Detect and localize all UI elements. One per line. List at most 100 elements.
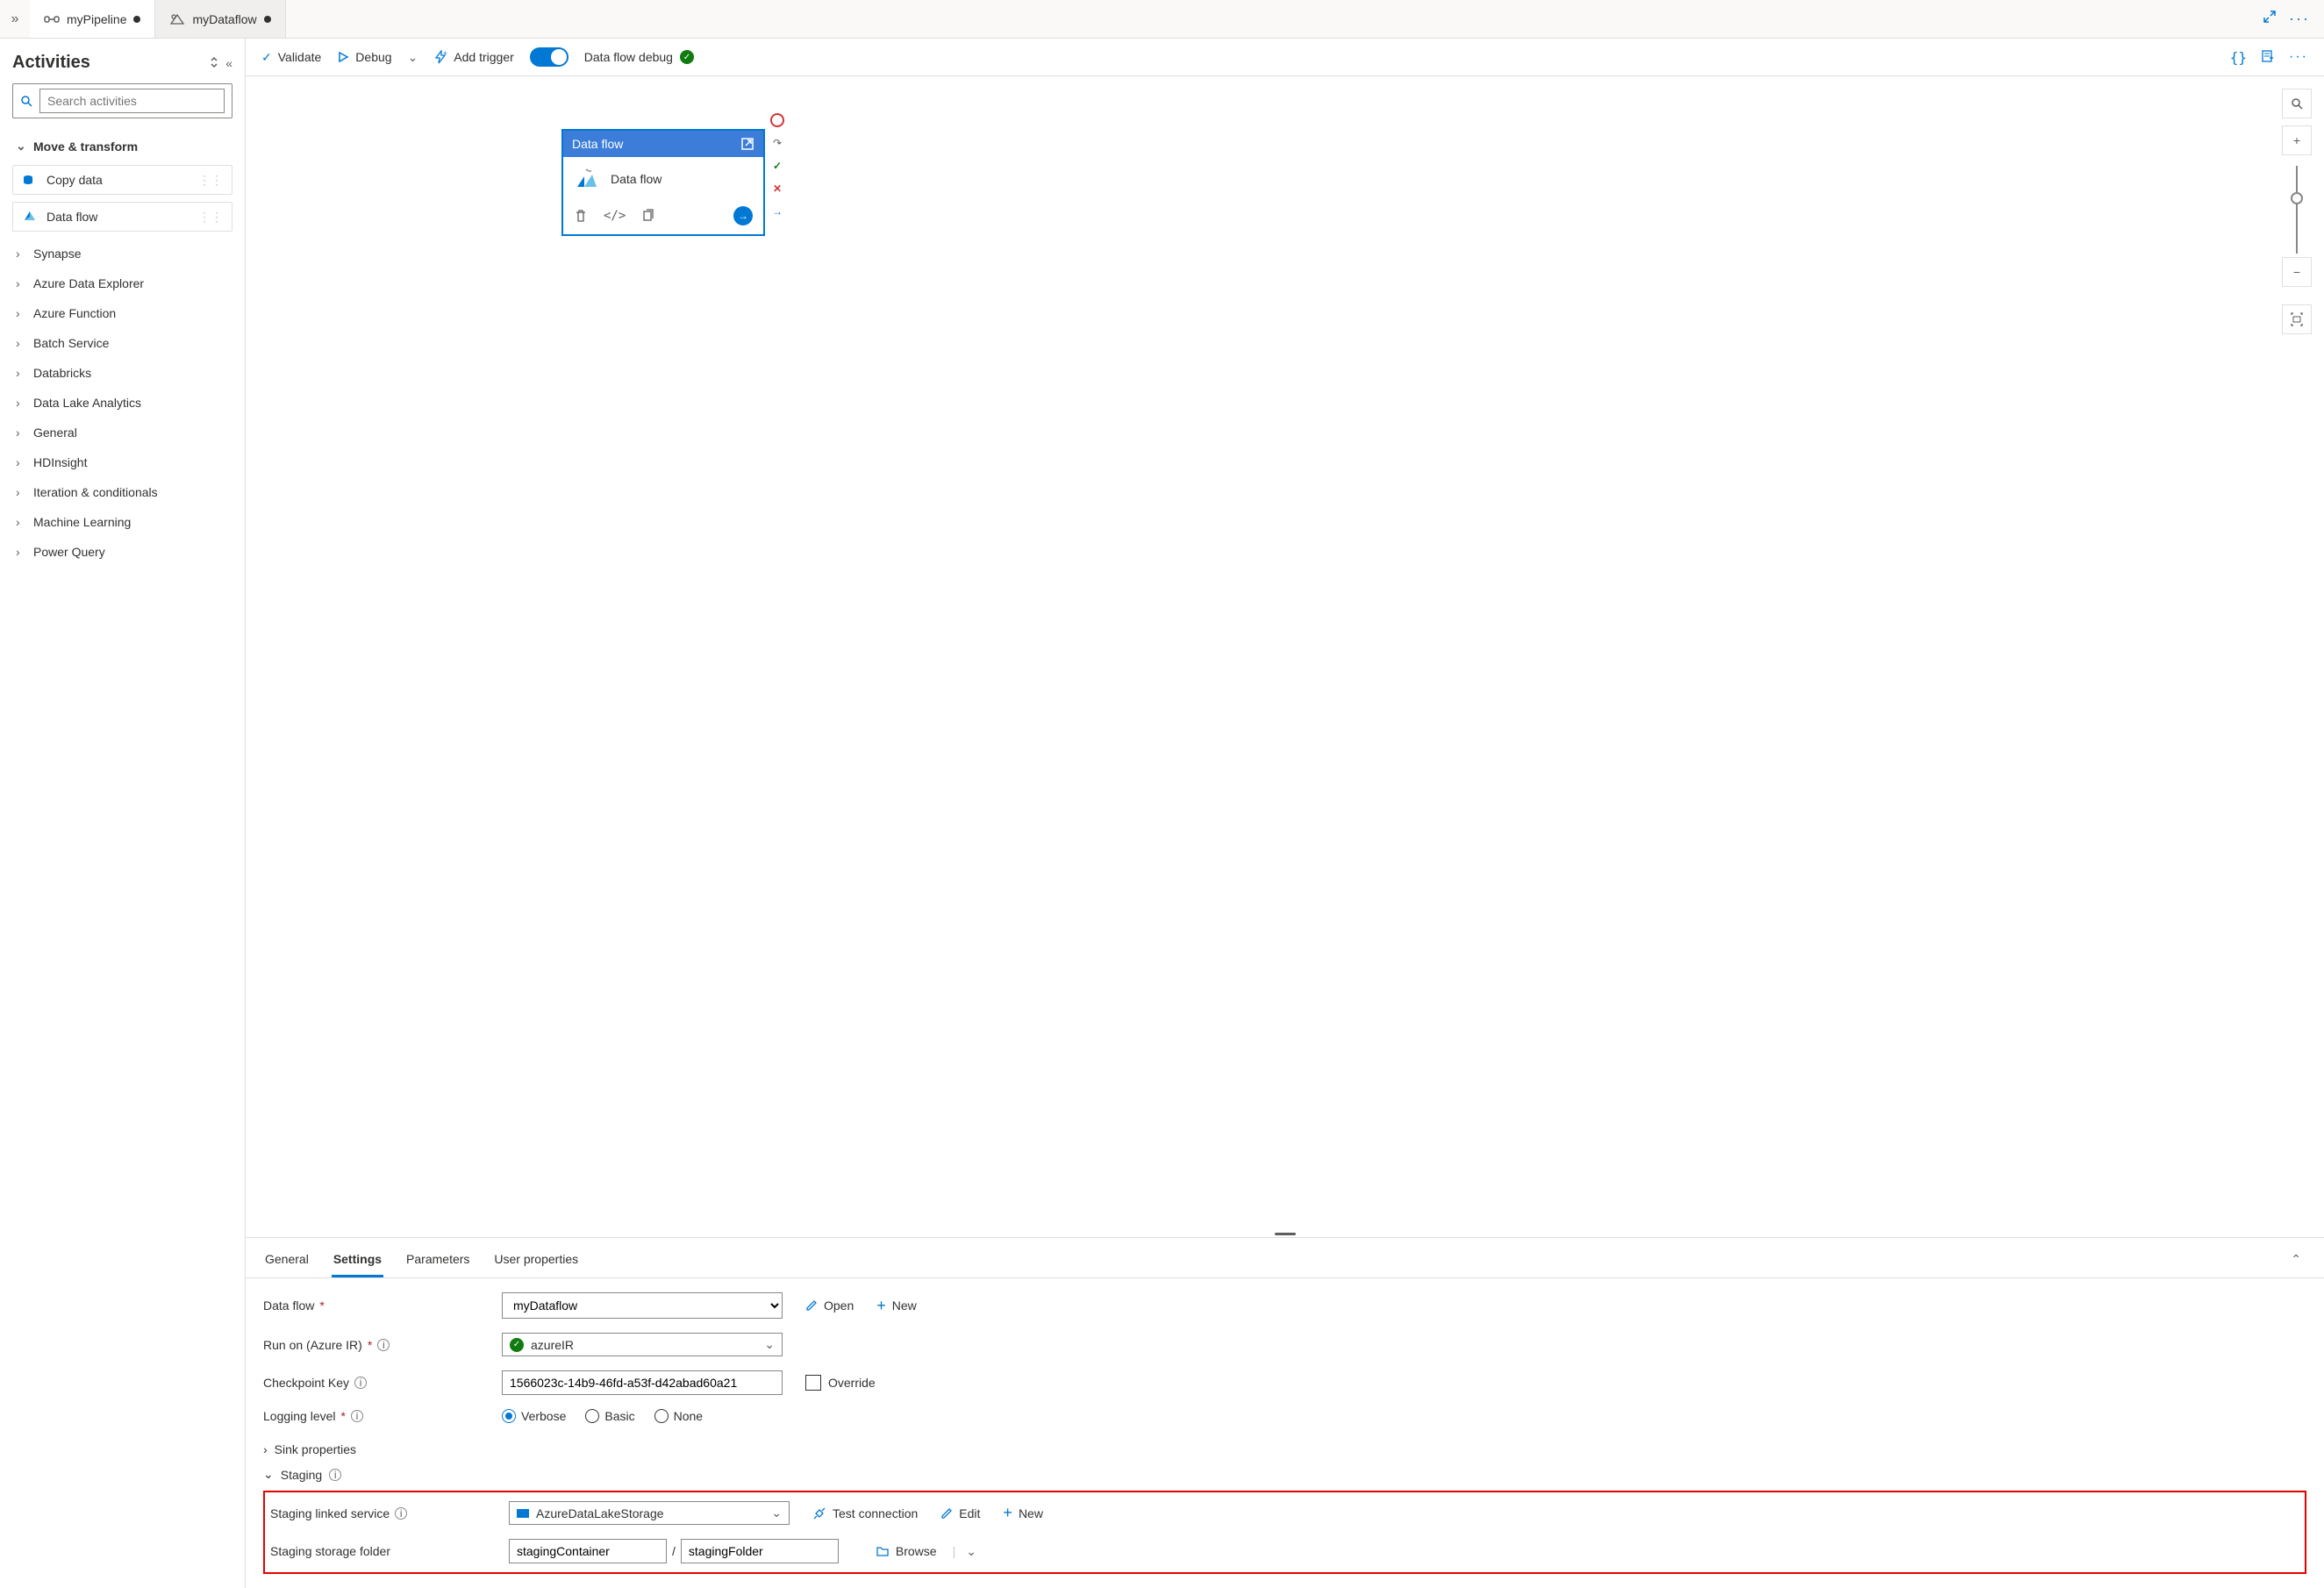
tab-settings[interactable]: Settings bbox=[332, 1247, 383, 1277]
pencil-icon bbox=[940, 1507, 953, 1520]
open-dataflow-button[interactable]: Open bbox=[805, 1298, 854, 1313]
json-icon[interactable]: {} bbox=[2230, 49, 2247, 66]
checkpoint-input[interactable] bbox=[502, 1370, 783, 1395]
category-databricks[interactable]: ›Databricks bbox=[12, 358, 232, 388]
info-icon[interactable]: i bbox=[377, 1339, 390, 1351]
staging-linked-select[interactable]: AzureDataLakeStorage ⌄ bbox=[509, 1501, 790, 1525]
dataflow-select[interactable]: myDataflow bbox=[502, 1292, 783, 1319]
test-connection-button[interactable]: Test connection bbox=[812, 1506, 918, 1520]
tab-general[interactable]: General bbox=[263, 1247, 311, 1277]
logging-none-radio[interactable]: None bbox=[654, 1409, 703, 1423]
more-toolbar-icon[interactable]: ··· bbox=[2289, 49, 2308, 66]
tab-user-properties[interactable]: User properties bbox=[492, 1247, 580, 1277]
collapse-sidebar-icon[interactable]: « bbox=[225, 56, 232, 70]
search-icon bbox=[20, 95, 32, 107]
copy-node-icon[interactable] bbox=[641, 209, 655, 223]
properties-icon[interactable] bbox=[2261, 49, 2275, 66]
category-azure-data-explorer[interactable]: ›Azure Data Explorer bbox=[12, 268, 232, 298]
logging-verbose-radio[interactable]: Verbose bbox=[502, 1409, 566, 1423]
category-batch-service[interactable]: ›Batch Service bbox=[12, 328, 232, 358]
search-activities[interactable] bbox=[12, 83, 232, 118]
category-synapse[interactable]: ›Synapse bbox=[12, 239, 232, 268]
dirty-indicator bbox=[133, 16, 140, 23]
chevron-right-icon: › bbox=[16, 515, 26, 529]
validate-button[interactable]: ✓ Validate bbox=[261, 50, 321, 65]
logging-field-label: Logging level bbox=[263, 1409, 336, 1423]
code-node-icon[interactable]: </> bbox=[604, 209, 626, 223]
folder-icon bbox=[876, 1544, 890, 1558]
dataflow-activity-node[interactable]: Data flow Data flow bbox=[561, 129, 765, 236]
open-external-icon[interactable] bbox=[740, 137, 754, 151]
grip-icon: ⋮⋮ bbox=[198, 173, 223, 188]
checkpoint-field-label: Checkpoint Key bbox=[263, 1376, 349, 1390]
chevron-right-icon: › bbox=[16, 455, 26, 469]
staging-folder-input[interactable] bbox=[681, 1539, 839, 1563]
tab-dataflow[interactable]: myDataflow bbox=[155, 0, 285, 38]
tab-label: myDataflow bbox=[192, 12, 256, 26]
chevron-right-icon: › bbox=[16, 545, 26, 559]
zoom-slider[interactable] bbox=[2296, 166, 2298, 254]
chevron-updown-icon[interactable] bbox=[208, 56, 220, 70]
add-trigger-button[interactable]: + Add trigger bbox=[433, 50, 513, 64]
expand-left-icon[interactable]: » bbox=[0, 11, 30, 27]
staging-section[interactable]: ⌄ Staging i bbox=[263, 1462, 2306, 1487]
status-breakpoint-icon[interactable] bbox=[770, 113, 784, 127]
info-icon[interactable]: i bbox=[395, 1507, 407, 1520]
activity-data-flow[interactable]: Data flow ⋮⋮ bbox=[12, 202, 232, 232]
info-icon[interactable]: i bbox=[329, 1469, 341, 1481]
chevron-right-icon: › bbox=[16, 396, 26, 410]
category-data-lake-analytics[interactable]: ›Data Lake Analytics bbox=[12, 388, 232, 418]
logging-basic-radio[interactable]: Basic bbox=[585, 1409, 634, 1423]
more-icon[interactable]: ··· bbox=[2289, 10, 2310, 28]
delete-node-icon[interactable] bbox=[574, 209, 588, 223]
search-input[interactable] bbox=[39, 89, 225, 113]
chevron-right-icon: › bbox=[16, 247, 26, 261]
debug-button[interactable]: Debug bbox=[337, 50, 391, 64]
category-azure-function[interactable]: ›Azure Function bbox=[12, 298, 232, 328]
status-skip-icon[interactable]: → bbox=[770, 204, 784, 218]
edit-linked-button[interactable]: Edit bbox=[940, 1506, 980, 1520]
category-machine-learning[interactable]: ›Machine Learning bbox=[12, 507, 232, 537]
category-iteration-conditionals[interactable]: ›Iteration & conditionals bbox=[12, 477, 232, 507]
plus-icon: + bbox=[1003, 1504, 1012, 1522]
pipeline-canvas[interactable]: Data flow Data flow bbox=[246, 76, 2324, 1230]
category-hdinsight[interactable]: ›HDInsight bbox=[12, 447, 232, 477]
browse-dropdown[interactable]: ⌄ bbox=[966, 1544, 976, 1559]
zoom-out-button[interactable]: − bbox=[2282, 257, 2312, 287]
staging-container-input[interactable] bbox=[509, 1539, 667, 1563]
tab-pipeline[interactable]: myPipeline bbox=[30, 0, 155, 38]
canvas-search-button[interactable] bbox=[2282, 89, 2312, 118]
run-node-icon[interactable]: → bbox=[733, 206, 753, 225]
status-success-icon[interactable]: ✓ bbox=[770, 159, 784, 173]
maximize-icon[interactable] bbox=[2263, 10, 2277, 28]
new-linked-button[interactable]: + New bbox=[1003, 1504, 1043, 1522]
new-dataflow-button[interactable]: + New bbox=[876, 1297, 917, 1315]
activity-copy-data[interactable]: Copy data ⋮⋮ bbox=[12, 165, 232, 195]
chevron-right-icon: › bbox=[16, 485, 26, 499]
category-general[interactable]: ›General bbox=[12, 418, 232, 447]
override-checkbox[interactable] bbox=[805, 1375, 821, 1391]
browse-folder-button[interactable]: Browse bbox=[876, 1544, 937, 1558]
copy-data-icon bbox=[22, 172, 38, 188]
category-move-transform[interactable]: ⌄ Move & transform bbox=[12, 131, 232, 161]
debug-dropdown[interactable]: ⌄ bbox=[408, 50, 418, 65]
status-retry-icon[interactable]: ↷ bbox=[770, 136, 784, 150]
dataflow-debug-toggle[interactable] bbox=[530, 47, 568, 67]
dataflow-debug-label: Data flow debug bbox=[584, 50, 673, 64]
info-icon[interactable]: i bbox=[354, 1377, 367, 1389]
pencil-icon bbox=[805, 1299, 818, 1312]
zoom-in-button[interactable]: + bbox=[2282, 125, 2312, 155]
pipeline-toolbar: ✓ Validate Debug ⌄ + Add trigger bbox=[246, 39, 2324, 76]
zoom-fit-button[interactable] bbox=[2282, 304, 2312, 334]
chevron-right-icon: › bbox=[16, 366, 26, 380]
info-icon[interactable]: i bbox=[351, 1410, 363, 1422]
collapse-panel-icon[interactable]: ⌃ bbox=[2285, 1247, 2306, 1277]
sink-properties-section[interactable]: › Sink properties bbox=[263, 1437, 2306, 1462]
dirty-indicator bbox=[264, 16, 271, 23]
panel-resize-handle[interactable] bbox=[246, 1230, 2324, 1237]
dataflow-activity-icon bbox=[22, 209, 38, 225]
category-power-query[interactable]: ›Power Query bbox=[12, 537, 232, 567]
tab-parameters[interactable]: Parameters bbox=[404, 1247, 471, 1277]
runon-select[interactable]: ✓ azureIR ⌄ bbox=[502, 1333, 783, 1356]
status-fail-icon[interactable]: ✕ bbox=[770, 182, 784, 196]
